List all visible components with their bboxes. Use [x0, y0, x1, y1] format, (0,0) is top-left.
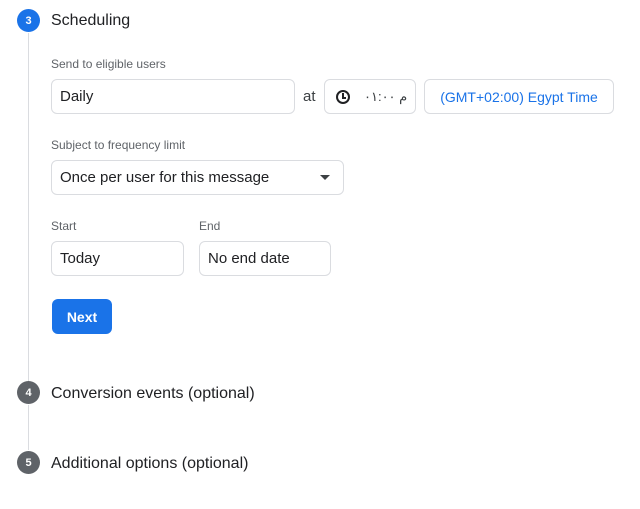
send-to-label: Send to eligible users [51, 57, 166, 71]
time-value: م ۰۱:۰۰ [364, 88, 408, 104]
start-date-input[interactable]: Today [51, 241, 184, 276]
stepper-rail [28, 33, 29, 381]
timezone-label: (GMT+02:00) Egypt Time [440, 88, 598, 105]
frequency-limit-select[interactable]: Once per user for this message [51, 160, 344, 195]
step-5-title[interactable]: Additional options (optional) [51, 455, 248, 473]
end-date-input[interactable]: No end date [199, 241, 331, 276]
start-date-value: Today [60, 250, 101, 267]
frequency-value: Daily [60, 88, 94, 105]
end-label: End [199, 219, 221, 233]
time-input[interactable]: م ۰۱:۰۰ [324, 79, 416, 114]
frequency-limit-label: Subject to frequency limit [51, 138, 186, 152]
at-label: at [303, 88, 316, 105]
end-date-value: No end date [208, 250, 290, 267]
frequency-input[interactable]: Daily [51, 79, 295, 114]
clock-icon [336, 89, 350, 104]
next-button[interactable]: Next [52, 299, 112, 334]
frequency-limit-value: Once per user for this message [60, 169, 270, 186]
step-5-number: 5 [17, 451, 40, 474]
timezone-button[interactable]: (GMT+02:00) Egypt Time [424, 79, 614, 114]
stepper-rail [28, 405, 29, 450]
step-4-number: 4 [17, 381, 40, 404]
step-4-title[interactable]: Conversion events (optional) [51, 385, 255, 403]
dropdown-arrow-icon [320, 174, 330, 180]
step-3-title[interactable]: Scheduling [51, 12, 130, 30]
start-label: Start [51, 219, 77, 233]
step-3-number: 3 [17, 9, 40, 32]
